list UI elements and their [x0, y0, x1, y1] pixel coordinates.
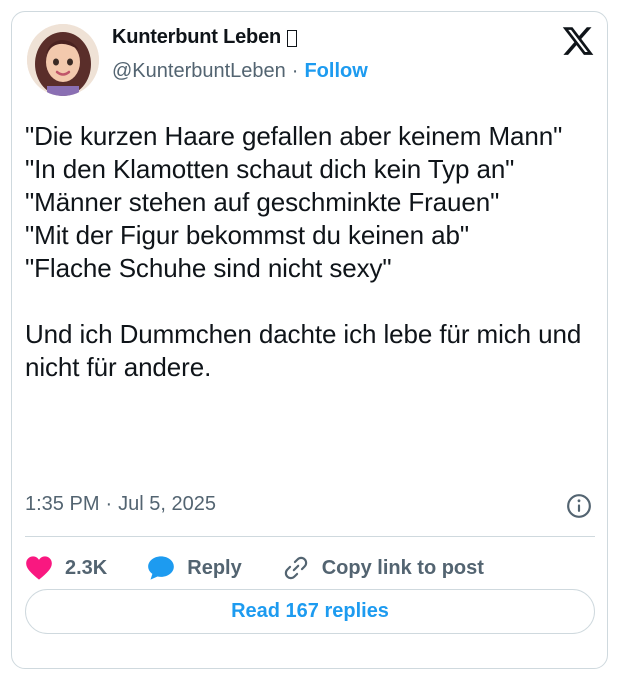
tweet-time: 1:35 PM	[25, 493, 100, 515]
link-icon	[284, 556, 307, 580]
divider	[25, 536, 595, 537]
author-name-row: Kunterbunt Leben	[112, 26, 298, 49]
action-bar: 2.3K Reply Copy link to post	[25, 553, 524, 583]
avatar-illustration	[27, 24, 99, 96]
read-replies-button[interactable]: Read 167 replies	[25, 589, 595, 634]
like-button[interactable]: 2.3K	[25, 555, 107, 581]
tweet-timestamp[interactable]: 1:35 PM · Jul 5, 2025	[25, 493, 216, 516]
missing-glyph-icon	[287, 30, 298, 47]
info-icon[interactable]	[566, 493, 592, 519]
like-count: 2.3K	[65, 556, 108, 579]
reply-button[interactable]: Reply	[147, 555, 242, 581]
read-replies-label: Read 167 replies	[231, 600, 389, 622]
speech-bubble-icon	[148, 556, 175, 580]
copy-link-label: Copy link to post	[321, 556, 484, 579]
heart-icon	[26, 556, 52, 580]
x-logo-icon[interactable]	[561, 24, 595, 58]
copy-link-button[interactable]: Copy link to post	[282, 555, 484, 581]
tweet-text: "Die kurzen Haare gefallen aber keinem M…	[25, 121, 582, 382]
separator-dot: ·	[105, 493, 113, 515]
author-name[interactable]: Kunterbunt Leben	[112, 26, 281, 49]
separator-dot: ·	[291, 60, 299, 82]
follow-button[interactable]: Follow	[304, 60, 367, 83]
author-handle[interactable]: @KunterbuntLeben	[112, 60, 286, 83]
avatar[interactable]	[27, 24, 99, 96]
reply-label: Reply	[187, 556, 242, 579]
tweet-date: Jul 5, 2025	[118, 493, 217, 515]
author-handle-row: @KunterbuntLeben · Follow	[112, 60, 368, 83]
